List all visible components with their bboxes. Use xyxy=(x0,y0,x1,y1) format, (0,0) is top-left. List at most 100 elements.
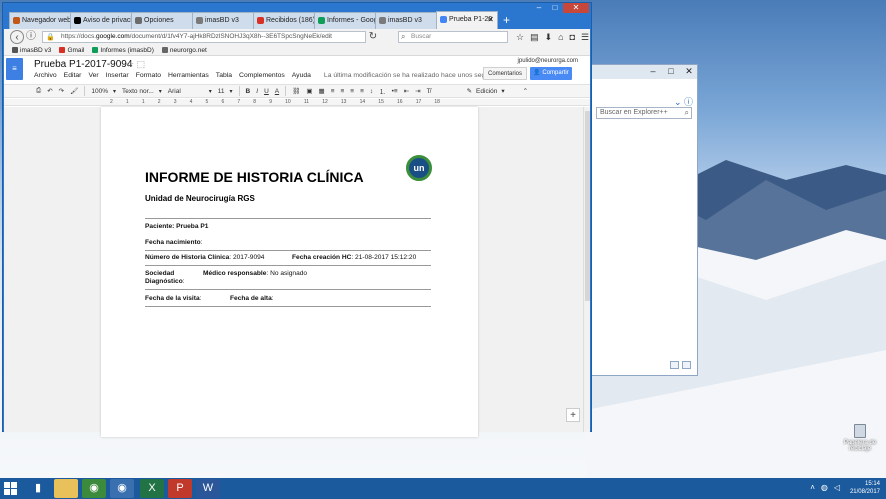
close-icon[interactable]: ✕ xyxy=(563,3,589,13)
menu-item[interactable]: Complementos xyxy=(239,72,285,79)
network-icon[interactable]: ◍ xyxy=(821,483,828,492)
menu-item[interactable]: Insertar xyxy=(106,72,129,79)
explorer-window: – □ ✕ ⌄ ⓘ Buscar en Explorer++ ⌕ xyxy=(588,64,698,376)
justify-icon[interactable]: ≡ xyxy=(360,88,364,95)
file-explorer-icon[interactable] xyxy=(54,479,78,498)
menu-item[interactable]: Formato xyxy=(136,72,161,79)
volume-icon[interactable]: ◁ xyxy=(834,483,840,492)
reload-icon[interactable]: ↻ xyxy=(366,30,380,44)
style-select[interactable]: Texto nor... xyxy=(122,88,162,95)
line-spacing-icon[interactable]: ↕ xyxy=(370,88,373,95)
bookmark-item[interactable]: Gmail xyxy=(59,47,84,54)
image-icon[interactable]: ▦ xyxy=(319,87,325,95)
pdf-icon[interactable]: P xyxy=(168,479,192,498)
back-icon[interactable]: ‹ xyxy=(10,30,24,44)
search-icon[interactable]: ⌕ xyxy=(685,108,689,118)
bulleted-list-icon[interactable]: •≡ xyxy=(392,88,398,95)
bold-icon[interactable]: B xyxy=(246,88,251,95)
underline-icon[interactable]: U xyxy=(264,88,269,95)
word-icon[interactable]: W xyxy=(196,479,220,498)
minimize-icon[interactable]: – xyxy=(531,3,547,13)
menu-item[interactable]: Editar xyxy=(64,72,82,79)
zoom-select[interactable]: 100% xyxy=(91,88,116,95)
align-right-icon[interactable]: ≡ xyxy=(350,88,354,95)
close-tab-icon[interactable]: ✕ xyxy=(487,15,494,24)
browser-tab[interactable]: Prueba P1-20 ✕ xyxy=(436,11,498,29)
editing-mode-select[interactable]: ✎ Edición ▾ xyxy=(467,87,505,96)
pocket-icon[interactable]: ◘ xyxy=(570,32,575,43)
recycle-bin-icon[interactable]: Papelera de reciclaje xyxy=(840,424,880,452)
menu-item[interactable]: Ayuda xyxy=(292,72,311,79)
browser-tab[interactable]: Navegador web xyxy=(9,12,71,29)
bookmark-item[interactable]: imasBD v3 xyxy=(12,47,51,54)
redo-icon[interactable]: ↷ xyxy=(59,87,64,95)
browser-tab[interactable]: Recibidos (186) xyxy=(253,12,315,29)
text-color-icon[interactable]: A xyxy=(275,88,279,95)
menu-item[interactable]: Herramientas xyxy=(168,72,209,79)
ruler[interactable]: 2 1 1 2 3 4 5 6 7 8 9 10 11 12 13 14 15 16 17 18 xyxy=(4,99,590,106)
browser-tab[interactable]: imasBD v3 xyxy=(375,12,437,29)
new-tab-button[interactable]: + xyxy=(497,11,516,29)
explore-button[interactable]: + xyxy=(566,408,580,422)
vertical-scrollbar[interactable] xyxy=(583,107,590,432)
firefox-icon[interactable]: ◉ xyxy=(110,479,134,498)
clock[interactable]: 15:14 21/08/2017 xyxy=(850,480,880,496)
explorer-search-input[interactable]: Buscar en Explorer++ ⌕ xyxy=(596,107,692,119)
download-icon[interactable]: ⬇ xyxy=(545,32,553,43)
explorer-titlebar: – □ ✕ xyxy=(589,65,697,79)
undo-icon[interactable]: ↶ xyxy=(47,87,52,95)
document-page[interactable]: INFORME DE HISTORIA CLÍNICA un Unidad de… xyxy=(101,107,478,437)
address-bar[interactable]: 🔒 https://docs.google.com/document/d/1fv… xyxy=(42,31,366,43)
menu-item[interactable]: Tabla xyxy=(216,72,232,79)
comments-button[interactable]: Comentarios xyxy=(483,67,527,80)
star-icon[interactable]: ☆ ⬚ xyxy=(126,59,145,70)
browser-tab[interactable]: imasBD v3 xyxy=(192,12,254,29)
comment-icon[interactable]: ▣ xyxy=(306,87,312,95)
clear-format-icon[interactable]: T̸ xyxy=(427,88,431,95)
bookmark-item[interactable]: Informes (imasbD) xyxy=(92,47,154,54)
link-icon[interactable]: ⛓ xyxy=(292,87,300,95)
collapse-icon[interactable]: ⌃ xyxy=(523,87,528,95)
italic-icon[interactable]: I xyxy=(256,88,258,95)
share-button[interactable]: 👤 Compartir xyxy=(530,67,572,80)
info-icon[interactable]: ⓘ xyxy=(24,30,38,44)
home-icon[interactable]: ⌂ xyxy=(558,32,563,43)
document-title[interactable]: Prueba P1-2017-9094 xyxy=(34,59,132,70)
align-left-icon[interactable]: ≡ xyxy=(331,88,335,95)
view-thumbnails-icon[interactable] xyxy=(682,361,691,369)
menu-item[interactable]: Ver xyxy=(88,72,98,79)
menu-item[interactable]: Archivo xyxy=(34,72,57,79)
bookmark-star-icon[interactable]: ☆ xyxy=(516,32,524,43)
docs-logo-icon[interactable]: ≡ xyxy=(6,58,23,80)
browser-tab[interactable]: Opciones xyxy=(131,12,193,29)
align-center-icon[interactable]: ≡ xyxy=(340,88,344,95)
tab-favicon-icon xyxy=(440,16,447,23)
tab-label: Navegador web xyxy=(22,17,71,24)
taskbar-app-icon[interactable]: ▮ xyxy=(26,479,50,498)
view-details-icon[interactable] xyxy=(670,361,679,369)
increase-indent-icon[interactable]: ⇥ xyxy=(415,87,420,95)
close-icon[interactable]: ✕ xyxy=(681,65,697,77)
maximize-icon[interactable]: □ xyxy=(547,3,563,13)
chrome-icon[interactable]: ◉ xyxy=(82,479,106,498)
decrease-indent-icon[interactable]: ⇤ xyxy=(404,87,409,95)
print-icon[interactable]: ⎙ xyxy=(36,87,41,95)
minimize-icon[interactable]: – xyxy=(645,65,661,77)
library-icon[interactable]: ▤ xyxy=(530,32,539,43)
bookmark-item[interactable]: neurorgo.net xyxy=(161,47,207,54)
last-modified-status[interactable]: La última modificación se ha realizado h… xyxy=(324,72,504,79)
browser-tab[interactable]: Aviso de privacid xyxy=(70,12,132,29)
font-size-select[interactable]: 11 xyxy=(218,88,233,95)
browser-tab[interactable]: Informes - Goog xyxy=(314,12,376,29)
scrollbar-thumb[interactable] xyxy=(585,111,590,301)
font-select[interactable]: Arial xyxy=(168,88,212,95)
user-account[interactable]: jpulido@neurorga.com xyxy=(518,58,578,64)
paint-format-icon[interactable]: 🖌 xyxy=(70,87,78,95)
start-button[interactable] xyxy=(4,482,18,495)
numbered-list-icon[interactable]: ⒈ xyxy=(379,86,386,96)
menu-icon[interactable]: ☰ xyxy=(581,32,589,43)
maximize-icon[interactable]: □ xyxy=(663,65,679,77)
excel-icon[interactable]: X xyxy=(140,479,164,498)
search-input[interactable]: ⌕ Buscar xyxy=(398,31,508,43)
chevron-up-icon[interactable]: ˄ xyxy=(810,483,815,492)
